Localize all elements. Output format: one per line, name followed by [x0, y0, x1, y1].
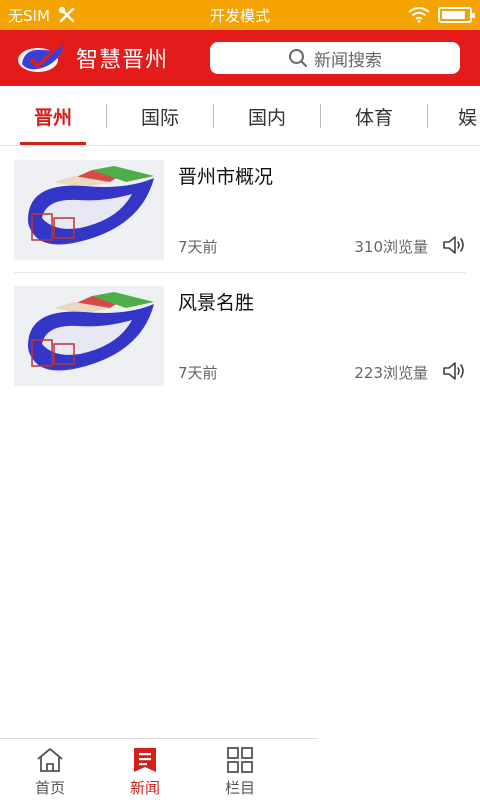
active-tab-indicator	[20, 142, 86, 145]
status-right	[408, 0, 475, 30]
news-thumbnail	[14, 286, 164, 386]
carrier-label: 无SIM	[8, 6, 50, 25]
battery-icon	[438, 7, 475, 23]
status-bar: 无SIM 开发模式	[0, 0, 480, 30]
app-title: 智慧晋州	[76, 48, 169, 73]
tab-jinzhou[interactable]: 晋州	[0, 86, 106, 145]
news-time: 7天前	[178, 238, 218, 256]
tab-international[interactable]: 国际	[107, 86, 213, 145]
bottom-navigation: 首页 新闻 栏目	[0, 738, 318, 800]
nav-news[interactable]: 新闻	[95, 739, 195, 800]
nav-news-label: 新闻	[129, 779, 160, 797]
nav-home[interactable]: 首页	[0, 739, 100, 800]
speaker-icon[interactable]	[442, 360, 466, 382]
search-icon	[289, 49, 307, 67]
news-views: 310浏览量	[354, 238, 428, 256]
app-logo-icon	[18, 44, 64, 72]
news-icon	[134, 748, 156, 772]
news-item[interactable]: 晋州市概况 7天前 310浏览量	[14, 146, 466, 260]
speaker-icon[interactable]	[442, 234, 466, 256]
news-title: 风景名胜	[178, 292, 255, 314]
home-icon	[37, 748, 63, 772]
app-header: 智慧晋州 新闻搜索	[0, 30, 480, 86]
news-thumbnail	[14, 160, 164, 260]
nav-columns[interactable]: 栏目	[190, 739, 290, 800]
tab-sports[interactable]: 体育	[321, 86, 427, 145]
news-views: 223浏览量	[354, 364, 428, 382]
news-item[interactable]: 风景名胜 7天前 223浏览量	[14, 272, 466, 386]
search-placeholder: 新闻搜索	[314, 50, 382, 71]
news-title: 晋州市概况	[178, 166, 274, 188]
tab-entertainment[interactable]: 娱	[428, 86, 480, 145]
news-time: 7天前	[178, 364, 218, 382]
thumbnail-logo-icon	[14, 160, 164, 260]
tab-domestic[interactable]: 国内	[214, 86, 320, 145]
category-tabs: 晋州 国际 国内 体育 娱	[0, 86, 480, 146]
grid-icon	[227, 747, 253, 773]
wifi-icon	[408, 7, 430, 23]
search-box[interactable]: 新闻搜索	[210, 42, 460, 74]
battery-fill	[442, 11, 466, 19]
thumbnail-logo-icon	[14, 286, 164, 386]
tools-icon	[58, 6, 75, 23]
status-left: 无SIM	[8, 0, 76, 30]
nav-home-label: 首页	[34, 779, 65, 797]
nav-columns-label: 栏目	[224, 779, 255, 797]
